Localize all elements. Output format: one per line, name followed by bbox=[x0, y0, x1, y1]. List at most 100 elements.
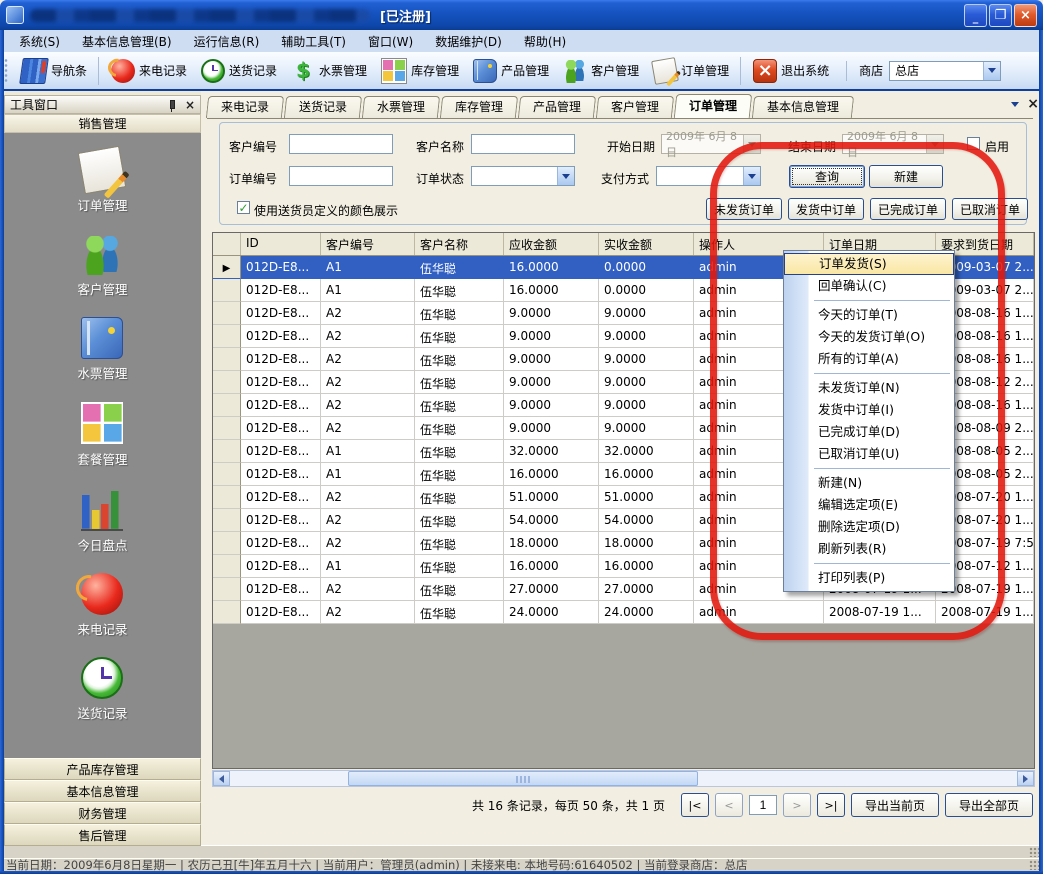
tab[interactable]: 水票管理 bbox=[362, 96, 440, 118]
sidebar-group-bar[interactable]: 基本信息管理 bbox=[4, 780, 201, 802]
sidebar-item[interactable]: 来电记录 bbox=[77, 573, 127, 638]
row-selector-cell[interactable]: ▶ bbox=[213, 417, 241, 440]
last-page-button[interactable]: >| bbox=[817, 793, 845, 817]
row-selector-cell[interactable]: ▶ bbox=[213, 532, 241, 555]
row-selector-cell[interactable]: ▶ bbox=[213, 279, 241, 302]
scroll-right-icon[interactable] bbox=[1017, 771, 1034, 786]
toolbar-button[interactable]: 客户管理 bbox=[556, 57, 646, 85]
menu-item[interactable]: 帮助(H) bbox=[513, 30, 577, 53]
context-menu-item[interactable]: 今天的订单(T) bbox=[784, 304, 954, 326]
order-code-input[interactable] bbox=[289, 166, 393, 186]
order-status-select[interactable] bbox=[471, 166, 575, 186]
next-page-button[interactable]: > bbox=[783, 793, 811, 817]
toolbar-button[interactable]: 订单管理 bbox=[646, 57, 736, 85]
scroll-left-icon[interactable] bbox=[213, 771, 230, 786]
grid-header-customer-code[interactable]: 客户编号 bbox=[321, 233, 415, 255]
customer-code-input[interactable] bbox=[289, 134, 393, 154]
toolbar-button[interactable]: 库存管理 bbox=[374, 56, 466, 86]
table-row[interactable]: ▶ 012D-E8... A2 伍华聪 24.0000 24.0000 admi… bbox=[213, 601, 1034, 624]
sidebar-group-bar[interactable]: 产品库存管理 bbox=[4, 758, 201, 780]
row-selector-cell[interactable]: ▶ bbox=[213, 394, 241, 417]
export-current-page-button[interactable]: 导出当前页 bbox=[851, 793, 939, 817]
tab-close-icon[interactable]: × bbox=[1027, 97, 1039, 111]
close-button[interactable]: × bbox=[1014, 4, 1037, 27]
status-filter-button[interactable]: 已完成订单 bbox=[870, 198, 946, 220]
sidebar-section-header[interactable]: 销售管理 bbox=[4, 114, 201, 133]
context-menu-item[interactable]: 发货中订单(I) bbox=[784, 399, 954, 421]
row-selector-cell[interactable]: ▶ bbox=[213, 325, 241, 348]
context-menu-item[interactable]: 编辑选定项(E) bbox=[784, 494, 954, 516]
first-page-button[interactable]: |< bbox=[681, 793, 709, 817]
row-selector-cell[interactable]: ▶ bbox=[213, 440, 241, 463]
menu-item[interactable]: 系统(S) bbox=[8, 30, 71, 53]
sidebar-item[interactable]: 客户管理 bbox=[77, 233, 127, 298]
context-menu-item[interactable] bbox=[784, 297, 954, 304]
row-selector-cell[interactable]: ▶ bbox=[213, 371, 241, 394]
menu-item[interactable]: 基本信息管理(B) bbox=[71, 30, 183, 53]
tab[interactable]: 来电记录 bbox=[206, 96, 284, 118]
start-date-picker[interactable]: 2009年 6月 8日 bbox=[661, 134, 761, 154]
color-display-checkbox[interactable] bbox=[237, 201, 250, 214]
context-menu-item[interactable]: 未发货订单(N) bbox=[784, 377, 954, 399]
status-filter-button[interactable]: 已取消订单 bbox=[952, 198, 1028, 220]
end-date-picker[interactable]: 2009年 6月 8日 bbox=[842, 134, 944, 154]
restore-button[interactable]: ❐ bbox=[989, 4, 1012, 27]
status-filter-button[interactable]: 发货中订单 bbox=[788, 198, 864, 220]
grid-header-received[interactable]: 实收金额 bbox=[599, 233, 694, 255]
tab[interactable]: 客户管理 bbox=[596, 96, 674, 118]
tab[interactable]: 产品管理 bbox=[518, 96, 596, 118]
tab[interactable]: 库存管理 bbox=[440, 96, 518, 118]
toolbar-button[interactable]: 来电记录 bbox=[98, 57, 194, 85]
menu-item[interactable]: 数据维护(D) bbox=[424, 30, 513, 53]
context-menu-item[interactable]: 刷新列表(R) bbox=[784, 538, 954, 560]
row-selector-cell[interactable]: ▶ bbox=[213, 601, 241, 624]
shop-select[interactable]: 总店 bbox=[889, 61, 1001, 81]
grid-header-id[interactable]: ID bbox=[241, 233, 321, 255]
scrollbar-thumb[interactable] bbox=[348, 771, 698, 786]
sidebar-item[interactable]: 水票管理 bbox=[77, 317, 127, 382]
customer-name-input[interactable] bbox=[471, 134, 575, 154]
toolbar-button[interactable]: 送货记录 bbox=[194, 57, 284, 85]
tool-window-close-icon[interactable]: × bbox=[185, 99, 195, 111]
context-menu-item[interactable] bbox=[784, 560, 954, 567]
context-menu-item[interactable]: 订单发货(S) bbox=[784, 253, 954, 275]
context-menu-item[interactable] bbox=[784, 370, 954, 377]
create-button[interactable]: 新建 bbox=[869, 165, 943, 188]
toolbar-button[interactable]: 导航条 bbox=[14, 56, 94, 86]
row-selector-cell[interactable]: ▶ bbox=[213, 256, 241, 279]
menu-item[interactable]: 辅助工具(T) bbox=[270, 30, 357, 53]
menu-item[interactable]: 窗口(W) bbox=[357, 30, 424, 53]
toolbar-grip[interactable] bbox=[4, 58, 10, 84]
grid-header-customer-name[interactable]: 客户名称 bbox=[415, 233, 504, 255]
context-menu-item[interactable]: 新建(N) bbox=[784, 472, 954, 494]
chevron-down-icon[interactable] bbox=[557, 167, 574, 185]
sidebar-item[interactable]: 套餐管理 bbox=[77, 401, 127, 468]
page-number-input[interactable] bbox=[749, 795, 777, 815]
horizontal-scrollbar[interactable] bbox=[212, 770, 1035, 787]
context-menu-item[interactable]: 已取消订单(U) bbox=[784, 443, 954, 465]
tab-list-chevron-icon[interactable] bbox=[1011, 102, 1019, 107]
enable-checkbox[interactable] bbox=[967, 137, 980, 150]
row-selector-cell[interactable]: ▶ bbox=[213, 486, 241, 509]
tab[interactable]: 基本信息管理 bbox=[752, 96, 854, 118]
prev-page-button[interactable]: < bbox=[715, 793, 743, 817]
context-menu-item[interactable]: 回单确认(C) bbox=[784, 275, 954, 297]
sidebar-group-bar[interactable]: 财务管理 bbox=[4, 802, 201, 824]
minimize-button[interactable]: _ bbox=[964, 4, 987, 27]
menu-item[interactable]: 运行信息(R) bbox=[183, 30, 271, 53]
row-selector-cell[interactable]: ▶ bbox=[213, 463, 241, 486]
sidebar-item[interactable]: 订单管理 bbox=[77, 149, 127, 214]
toolbar-button[interactable]: 退出系统 bbox=[740, 57, 836, 85]
status-filter-button[interactable]: 未发货订单 bbox=[706, 198, 782, 220]
row-selector-cell[interactable]: ▶ bbox=[213, 578, 241, 601]
sidebar-group-bar[interactable]: 售后管理 bbox=[4, 824, 201, 846]
tab[interactable]: 订单管理 bbox=[674, 94, 753, 118]
chevron-down-icon[interactable] bbox=[743, 167, 760, 185]
tab[interactable]: 送货记录 bbox=[284, 96, 362, 118]
context-menu-item[interactable] bbox=[784, 465, 954, 472]
sidebar-item[interactable]: 今日盘点 bbox=[77, 487, 127, 554]
pay-method-select[interactable] bbox=[656, 166, 761, 186]
query-button[interactable]: 查询 bbox=[789, 165, 865, 188]
row-selector-cell[interactable]: ▶ bbox=[213, 302, 241, 325]
context-menu-item[interactable]: 打印列表(P) bbox=[784, 567, 954, 589]
